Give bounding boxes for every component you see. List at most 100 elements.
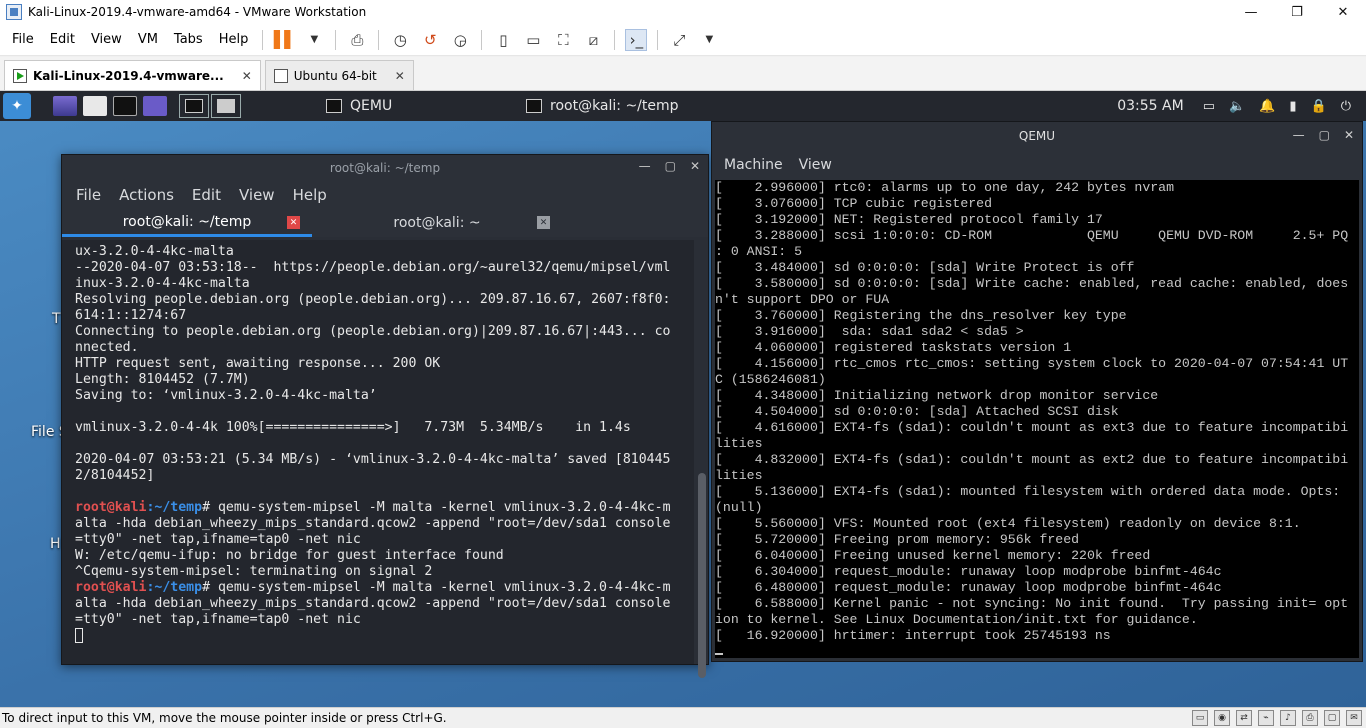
desktop-launcher-icon[interactable] bbox=[53, 96, 77, 116]
terminal-window[interactable]: root@kali: ~/temp — ▢ ✕ File Actions Edi… bbox=[61, 154, 709, 678]
menu-view[interactable]: View bbox=[83, 32, 130, 47]
power-icon[interactable]: ⏻ bbox=[1341, 99, 1351, 114]
console-line: lities bbox=[715, 468, 763, 483]
workspace-2-icon[interactable] bbox=[211, 94, 241, 118]
prompt-line: root@kali:~/temp# qemu-system-mipsel -M … bbox=[75, 500, 694, 516]
menu-file[interactable]: File bbox=[4, 32, 42, 47]
terminal-menu-edit[interactable]: Edit bbox=[192, 186, 221, 204]
status-text: To direct input to this VM, move the mou… bbox=[2, 711, 447, 725]
lock-icon[interactable]: 🔒 bbox=[1311, 99, 1327, 114]
tab-kali[interactable]: Kali-Linux-2019.4-vmware... ✕ bbox=[4, 60, 261, 90]
prompt-user: root@kali bbox=[75, 500, 147, 515]
taskbar-qemu[interactable]: QEMU bbox=[326, 91, 520, 121]
harddisk-icon[interactable]: ▭ bbox=[1192, 710, 1208, 726]
terminal-tab-home[interactable]: root@kali: ~ ✕ bbox=[312, 209, 562, 237]
printer-icon[interactable]: ⎙ bbox=[1302, 710, 1318, 726]
console-icon[interactable]: ▭ bbox=[522, 29, 544, 51]
terminal-menubar: File Actions Edit View Help bbox=[62, 181, 708, 209]
clock[interactable]: 03:55 AM bbox=[1117, 98, 1183, 114]
terminal-line: --2020-04-07 03:53:18-- https://people.d… bbox=[75, 260, 671, 275]
fullscreen-icon[interactable]: ⛶ bbox=[552, 29, 574, 51]
sidebar-icon[interactable]: ▯ bbox=[492, 29, 514, 51]
tab-label: Ubuntu 64-bit bbox=[293, 68, 377, 83]
console-line: [ 6.304000] request_module: runaway loop… bbox=[715, 564, 1222, 579]
volume-icon[interactable]: 🔈 bbox=[1229, 99, 1245, 114]
send-keys-icon[interactable]: ⎙ bbox=[346, 29, 368, 51]
notification-icon[interactable]: 🔔 bbox=[1259, 99, 1275, 114]
qemu-titlebar[interactable]: QEMU — ▢ ✕ bbox=[712, 122, 1362, 150]
terminal-launcher-icon[interactable] bbox=[113, 96, 137, 116]
close-icon[interactable]: ✕ bbox=[395, 69, 405, 83]
maximize-icon[interactable]: ▢ bbox=[1319, 128, 1330, 142]
snapshot-icon[interactable]: ◷ bbox=[389, 29, 411, 51]
vm-icon bbox=[273, 68, 288, 83]
network-icon[interactable]: ⇄ bbox=[1236, 710, 1252, 726]
battery-icon[interactable]: ▮ bbox=[1289, 99, 1296, 114]
usb-icon[interactable]: ⌁ bbox=[1258, 710, 1274, 726]
kali-menu-icon[interactable]: ✦ bbox=[3, 93, 31, 119]
revert-snapshot-icon[interactable]: ↺ bbox=[419, 29, 441, 51]
stretch-icon[interactable]: ⤢ bbox=[668, 29, 690, 51]
desktop-icon-label[interactable]: T bbox=[52, 311, 61, 327]
menu-vm[interactable]: VM bbox=[130, 32, 166, 47]
terminal-line: Length: 8104452 (7.7M) bbox=[75, 372, 250, 387]
qemu-menu-machine[interactable]: Machine bbox=[724, 157, 783, 173]
close-button[interactable]: ✕ bbox=[1320, 0, 1366, 24]
minimize-icon[interactable]: — bbox=[639, 159, 651, 173]
terminal-icon[interactable]: ›_ bbox=[625, 28, 648, 51]
file-manager-icon[interactable] bbox=[83, 96, 107, 116]
tab-ubuntu[interactable]: Ubuntu 64-bit ✕ bbox=[264, 60, 414, 90]
terminal-scrollbar[interactable] bbox=[698, 473, 706, 678]
terminal-menu-help[interactable]: Help bbox=[293, 186, 327, 204]
terminal-line: vmlinux-3.2.0-4-4k 100%[===============>… bbox=[75, 420, 631, 435]
tab-label: Kali-Linux-2019.4-vmware... bbox=[33, 68, 224, 83]
qemu-menu-view[interactable]: View bbox=[799, 157, 832, 173]
menu-edit[interactable]: Edit bbox=[42, 32, 83, 47]
workspace-1-icon[interactable] bbox=[179, 94, 209, 118]
pause-icon[interactable]: ▌▌ bbox=[273, 29, 297, 51]
terminal-output[interactable]: ux-3.2.0-4-4kc-malta --2020-04-07 03:53:… bbox=[62, 240, 694, 664]
app-launcher-icon[interactable] bbox=[143, 96, 167, 116]
dropdown-icon[interactable]: ▼ bbox=[303, 29, 325, 51]
terminal-title: root@kali: ~/temp bbox=[329, 161, 441, 175]
console-line: [ 4.832000] EXT4-fs (sda1): couldn't mou… bbox=[715, 452, 1349, 467]
maximize-icon[interactable]: ▢ bbox=[665, 159, 676, 173]
toolbar-separator bbox=[481, 29, 483, 50]
taskbar-terminal[interactable]: root@kali: ~/temp bbox=[526, 91, 679, 121]
terminal-tab-label: root@kali: ~/temp bbox=[122, 213, 252, 230]
snapshot-manager-icon[interactable]: ◶ bbox=[449, 29, 471, 51]
qemu-window[interactable]: QEMU — ▢ ✕ Machine View [ 2.996000] rtc0… bbox=[711, 121, 1363, 662]
maximize-button[interactable]: ❐ bbox=[1274, 0, 1320, 24]
close-icon[interactable]: ✕ bbox=[690, 159, 700, 173]
unity-icon[interactable]: ⧄ bbox=[582, 29, 604, 51]
minimize-icon[interactable]: — bbox=[1293, 128, 1305, 142]
sound-icon[interactable]: ♪ bbox=[1280, 710, 1296, 726]
menu-tabs[interactable]: Tabs bbox=[166, 32, 211, 47]
terminal-menu-file[interactable]: File bbox=[76, 186, 101, 204]
console-line: lities bbox=[715, 436, 763, 451]
minimize-button[interactable]: — bbox=[1228, 0, 1274, 24]
close-icon[interactable]: ✕ bbox=[1344, 128, 1354, 142]
message-icon[interactable]: ✉ bbox=[1346, 710, 1362, 726]
close-icon[interactable]: ✕ bbox=[537, 216, 550, 229]
desktop-icon-label[interactable]: H bbox=[50, 536, 61, 552]
terminal-line: alta -hda debian_wheezy_mips_standard.qc… bbox=[75, 596, 671, 611]
cdrom-icon[interactable]: ◉ bbox=[1214, 710, 1230, 726]
display-icon[interactable]: ▭ bbox=[1203, 99, 1215, 114]
command-text: qemu-system-mipsel -M malta -kernel vmli… bbox=[217, 580, 671, 595]
terminal-titlebar[interactable]: root@kali: ~/temp — ▢ ✕ bbox=[62, 155, 708, 181]
menu-help[interactable]: Help bbox=[211, 32, 257, 47]
display-icon[interactable]: ▢ bbox=[1324, 710, 1340, 726]
close-icon[interactable]: ✕ bbox=[242, 69, 252, 83]
console-line: : 0 ANSI: 5 bbox=[715, 244, 803, 259]
dropdown-icon[interactable]: ▼ bbox=[698, 29, 720, 51]
close-icon[interactable]: ✕ bbox=[287, 216, 300, 229]
statusbar: To direct input to this VM, move the mou… bbox=[0, 707, 1366, 728]
guest-display[interactable]: ✦ QEMU root@kali: ~/temp 03:55 AM ▭ 🔈 🔔 … bbox=[0, 91, 1366, 707]
qemu-console[interactable]: [ 2.996000] rtc0: alarms up to one day, … bbox=[715, 180, 1359, 658]
console-line: [ 6.480000] request_module: runaway loop… bbox=[715, 580, 1222, 595]
terminal-tab-temp[interactable]: root@kali: ~/temp ✕ bbox=[62, 209, 312, 237]
terminal-menu-actions[interactable]: Actions bbox=[119, 186, 174, 204]
console-line: [ 5.136000] EXT4-fs (sda1): mounted file… bbox=[715, 484, 1341, 499]
terminal-menu-view[interactable]: View bbox=[239, 186, 275, 204]
